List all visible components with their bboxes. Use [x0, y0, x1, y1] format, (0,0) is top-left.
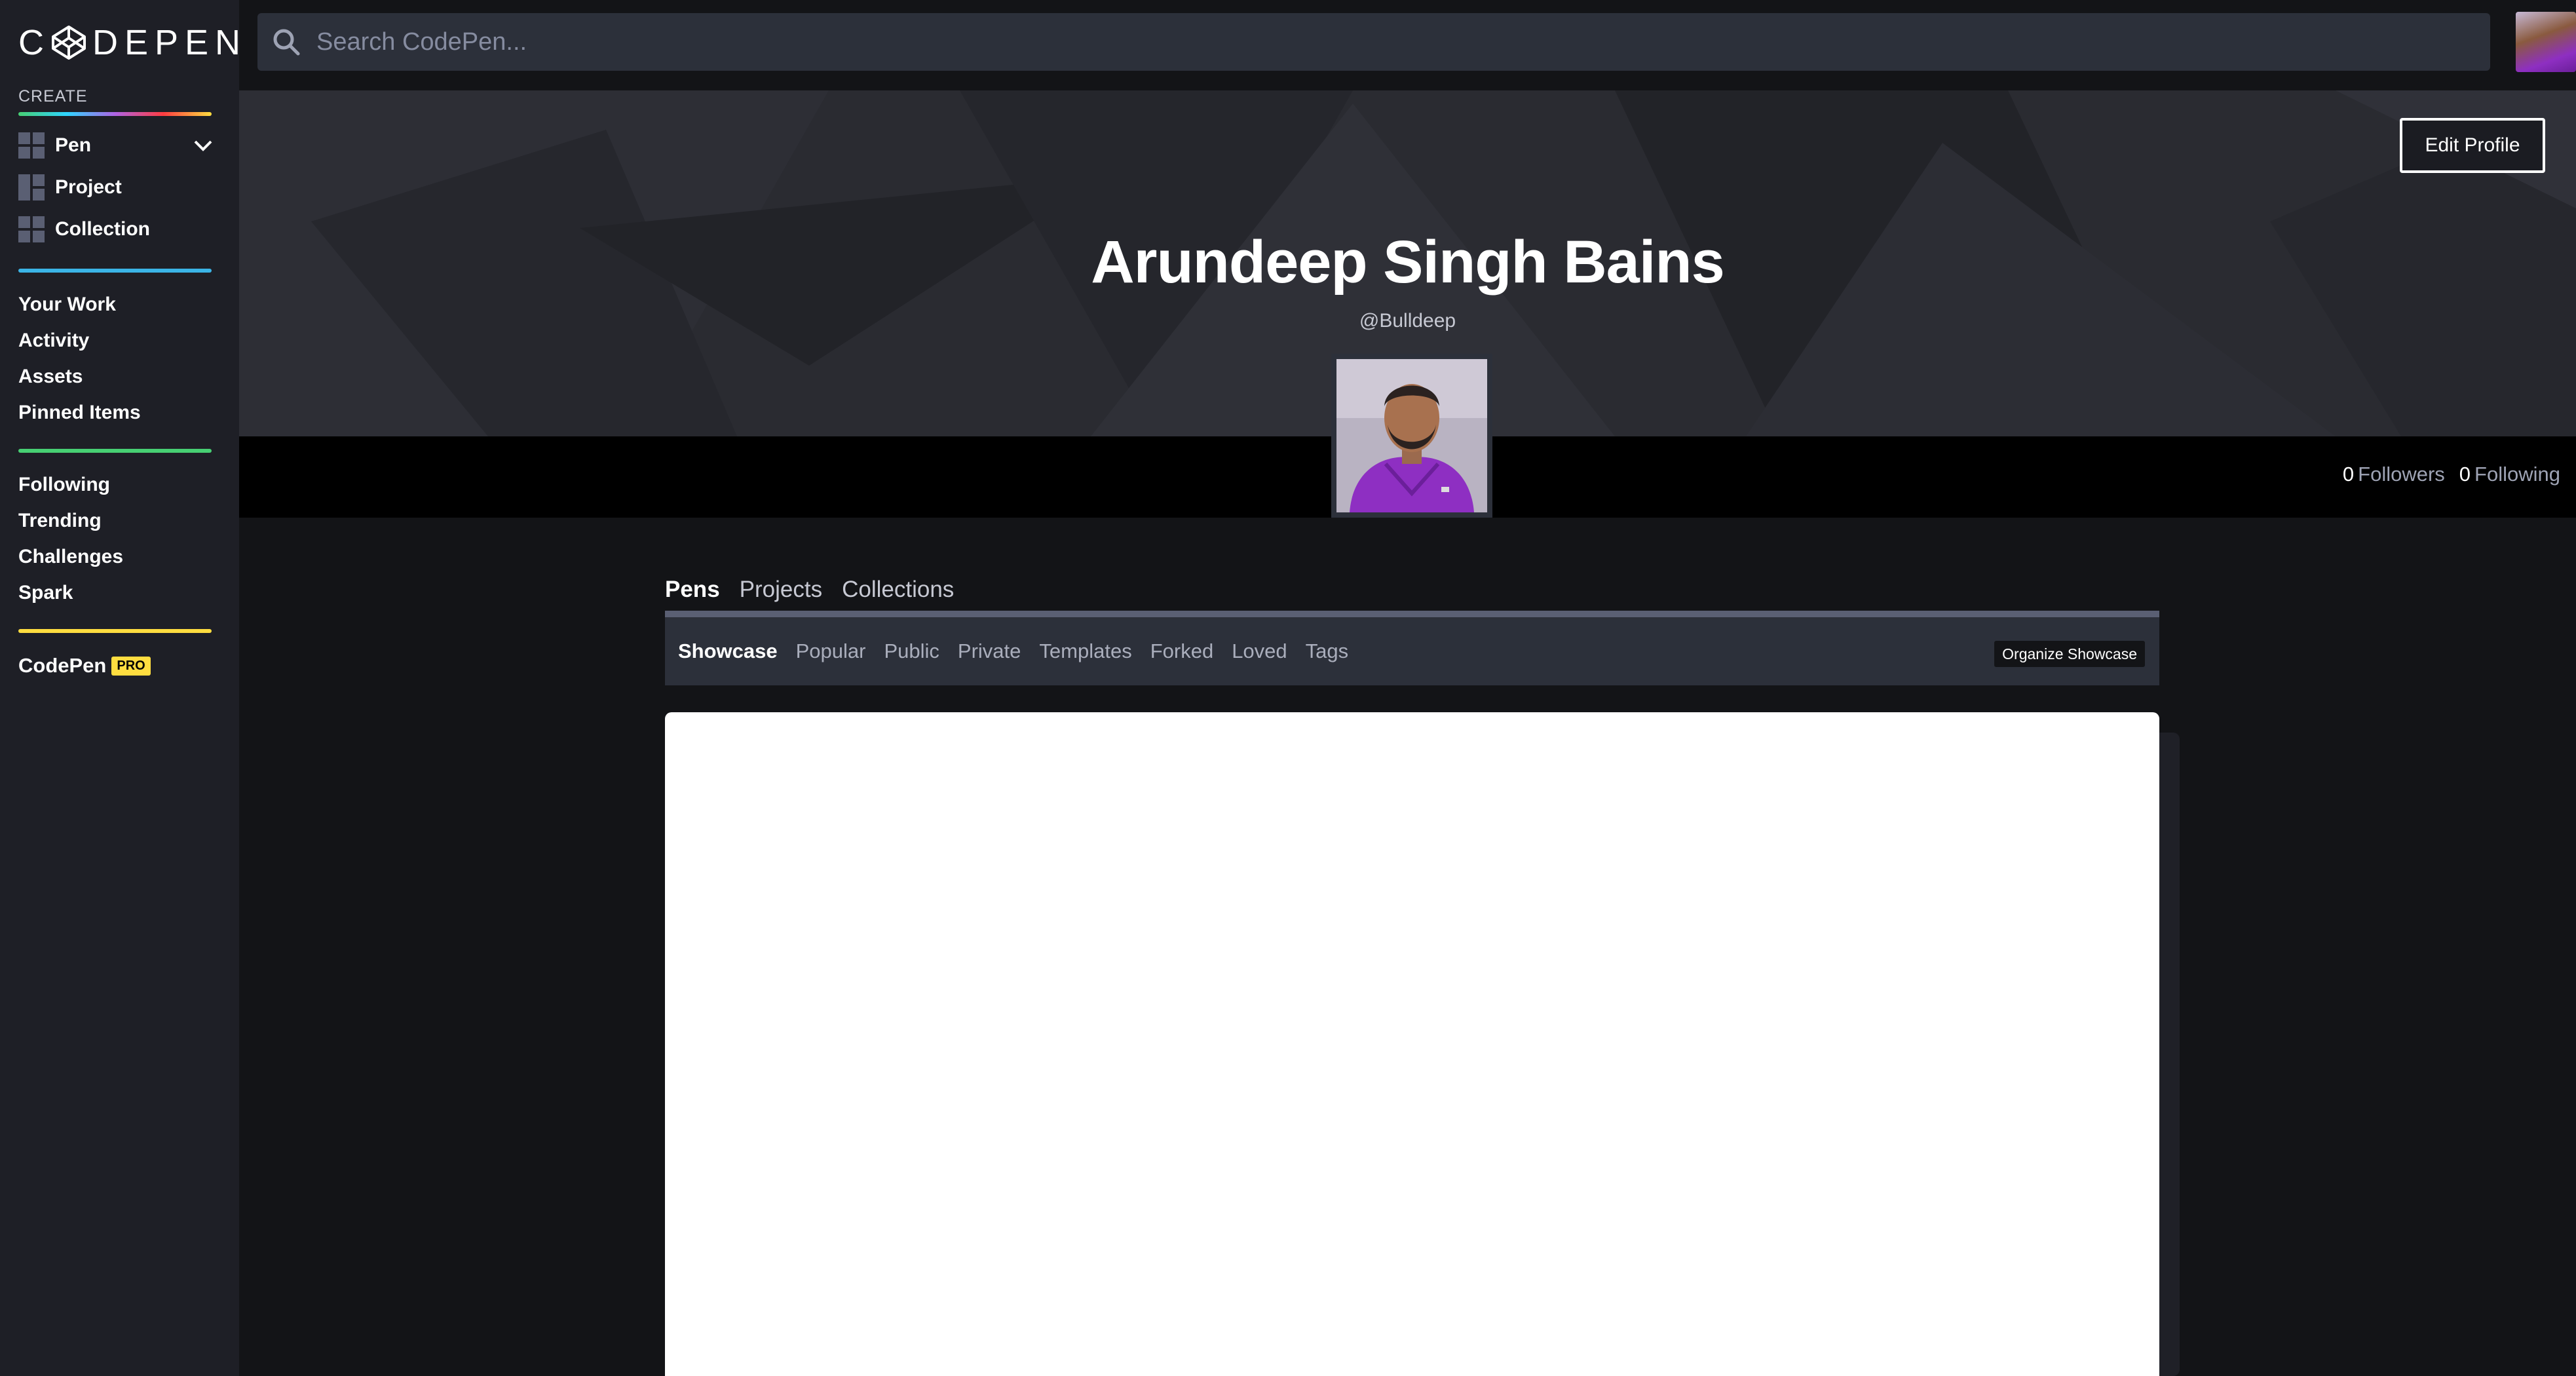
- user-avatar-menu[interactable]: [2516, 12, 2576, 72]
- pens-filter-list: Showcase Popular Public Private Template…: [678, 640, 1348, 663]
- filter-loved[interactable]: Loved: [1232, 640, 1287, 663]
- filter-private[interactable]: Private: [958, 640, 1021, 663]
- create-collection-button[interactable]: Collection: [18, 215, 215, 244]
- top-bar: [239, 0, 2576, 90]
- following-label: Following: [2474, 463, 2560, 486]
- filter-public[interactable]: Public: [884, 640, 939, 663]
- codepen-pro-link[interactable]: CodePen PRO: [18, 654, 151, 678]
- pro-label: CodePen: [18, 654, 107, 677]
- filter-popular[interactable]: Popular: [796, 640, 866, 663]
- nav-divider-yellow: [18, 629, 212, 633]
- pen-grid-icon: [18, 132, 45, 159]
- edit-profile-button[interactable]: Edit Profile: [2400, 118, 2545, 173]
- filter-tags[interactable]: Tags: [1306, 640, 1348, 663]
- sidebar-item-pinned-items[interactable]: Pinned Items: [18, 402, 141, 424]
- tab-projects[interactable]: Projects: [740, 577, 822, 603]
- project-layout-icon: [18, 174, 45, 201]
- sidebar: C DEPEN CREATE Pen Project Collection Yo…: [0, 0, 240, 1376]
- filter-forked[interactable]: Forked: [1150, 640, 1213, 663]
- profile-photo: [1336, 359, 1487, 512]
- sidebar-item-trending[interactable]: Trending: [18, 510, 102, 532]
- filter-templates[interactable]: Templates: [1039, 640, 1131, 663]
- create-pen-label: Pen: [55, 134, 92, 156]
- create-divider: [18, 112, 212, 116]
- profile-tabs: Pens Projects Collections: [665, 577, 954, 603]
- tab-collections[interactable]: Collections: [842, 577, 954, 603]
- nav-divider-green: [18, 449, 212, 453]
- profile-name: Arundeep Singh Bains: [1091, 229, 1725, 296]
- following-link[interactable]: 0 Following: [2459, 463, 2560, 486]
- sidebar-item-spark[interactable]: Spark: [18, 582, 73, 604]
- pens-subnav: Showcase Popular Public Private Template…: [665, 611, 2159, 685]
- create-project-button[interactable]: Project: [18, 173, 215, 202]
- sidebar-item-your-work[interactable]: Your Work: [18, 294, 116, 316]
- search-bar[interactable]: [257, 13, 2490, 71]
- profile-handle: @Bulldeep: [1359, 310, 1456, 332]
- nav-divider-blue: [18, 269, 212, 273]
- following-count: 0: [2459, 463, 2471, 486]
- search-icon: [273, 29, 300, 56]
- followers-label: Followers: [2358, 463, 2445, 486]
- codepen-logo[interactable]: C DEPEN: [18, 22, 247, 63]
- filter-showcase[interactable]: Showcase: [678, 640, 778, 663]
- followers-link[interactable]: 0 Followers: [2343, 463, 2445, 486]
- sidebar-item-activity[interactable]: Activity: [18, 330, 89, 352]
- sidebar-item-assets[interactable]: Assets: [18, 366, 83, 388]
- collection-grid-icon: [18, 216, 45, 242]
- codepen-cube-icon: [52, 26, 86, 60]
- sidebar-item-challenges[interactable]: Challenges: [18, 546, 123, 568]
- create-pen-button[interactable]: Pen: [18, 131, 215, 160]
- create-collection-label: Collection: [55, 218, 151, 240]
- tab-pens[interactable]: Pens: [665, 577, 720, 603]
- pro-badge: PRO: [111, 656, 151, 676]
- create-project-label: Project: [55, 176, 122, 198]
- follow-stats: 0 Followers 0 Following: [2343, 463, 2560, 486]
- create-label: CREATE: [18, 87, 88, 105]
- followers-count: 0: [2342, 463, 2355, 486]
- organize-showcase-button[interactable]: Organize Showcase: [1994, 641, 2145, 667]
- chevron-down-icon[interactable]: [191, 134, 215, 157]
- search-input[interactable]: [315, 27, 2412, 57]
- profile-avatar: [1331, 354, 1492, 518]
- showcase-pen-preview[interactable]: [665, 712, 2159, 1376]
- sidebar-item-following[interactable]: Following: [18, 474, 110, 496]
